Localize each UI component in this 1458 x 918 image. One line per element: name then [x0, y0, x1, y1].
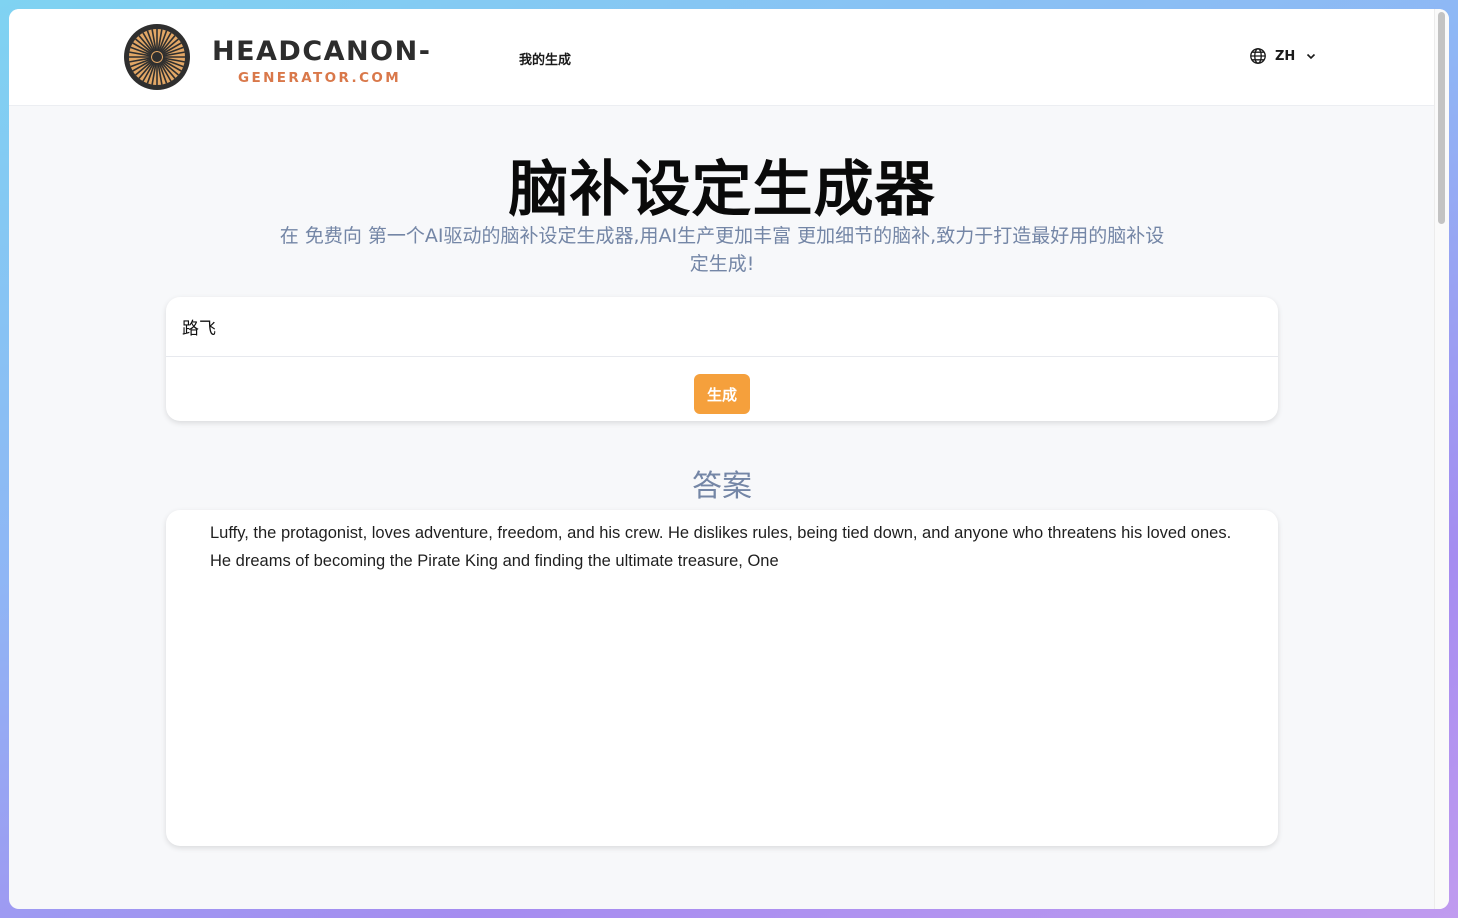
brand-name[interactable]: HEADCANON- — [212, 36, 431, 67]
input-card: 生成 — [166, 297, 1278, 421]
language-selector[interactable]: ZH — [1249, 47, 1317, 65]
character-input[interactable] — [166, 297, 1278, 357]
logo-icon[interactable] — [123, 23, 191, 91]
nav-my-generations[interactable]: 我的生成 — [519, 49, 571, 68]
browser-window: HEADCANON- GENERATOR.COM 我的生成 ZH 脑补设定生成器… — [9, 9, 1449, 909]
chevron-down-icon — [1307, 53, 1316, 60]
answer-text: Luffy, the protagonist, loves adventure,… — [210, 524, 1232, 570]
scrollbar[interactable] — [1434, 9, 1449, 909]
generate-button[interactable]: 生成 — [694, 374, 750, 414]
globe-icon — [1250, 48, 1266, 64]
language-label: ZH — [1275, 48, 1296, 64]
site-header: HEADCANON- GENERATOR.COM 我的生成 ZH — [9, 9, 1435, 106]
brand-domain[interactable]: GENERATOR.COM — [238, 70, 401, 86]
answer-card: Luffy, the protagonist, loves adventure,… — [166, 510, 1278, 846]
answer-heading: 答案 — [692, 469, 752, 504]
scrollbar-thumb[interactable] — [1438, 12, 1445, 224]
page-subtitle: 在 免费向 第一个AI驱动的脑补设定生成器,用AI生产更加丰富 更加细节的脑补,… — [279, 225, 1165, 275]
page-title: 脑补设定生成器 — [508, 155, 936, 225]
